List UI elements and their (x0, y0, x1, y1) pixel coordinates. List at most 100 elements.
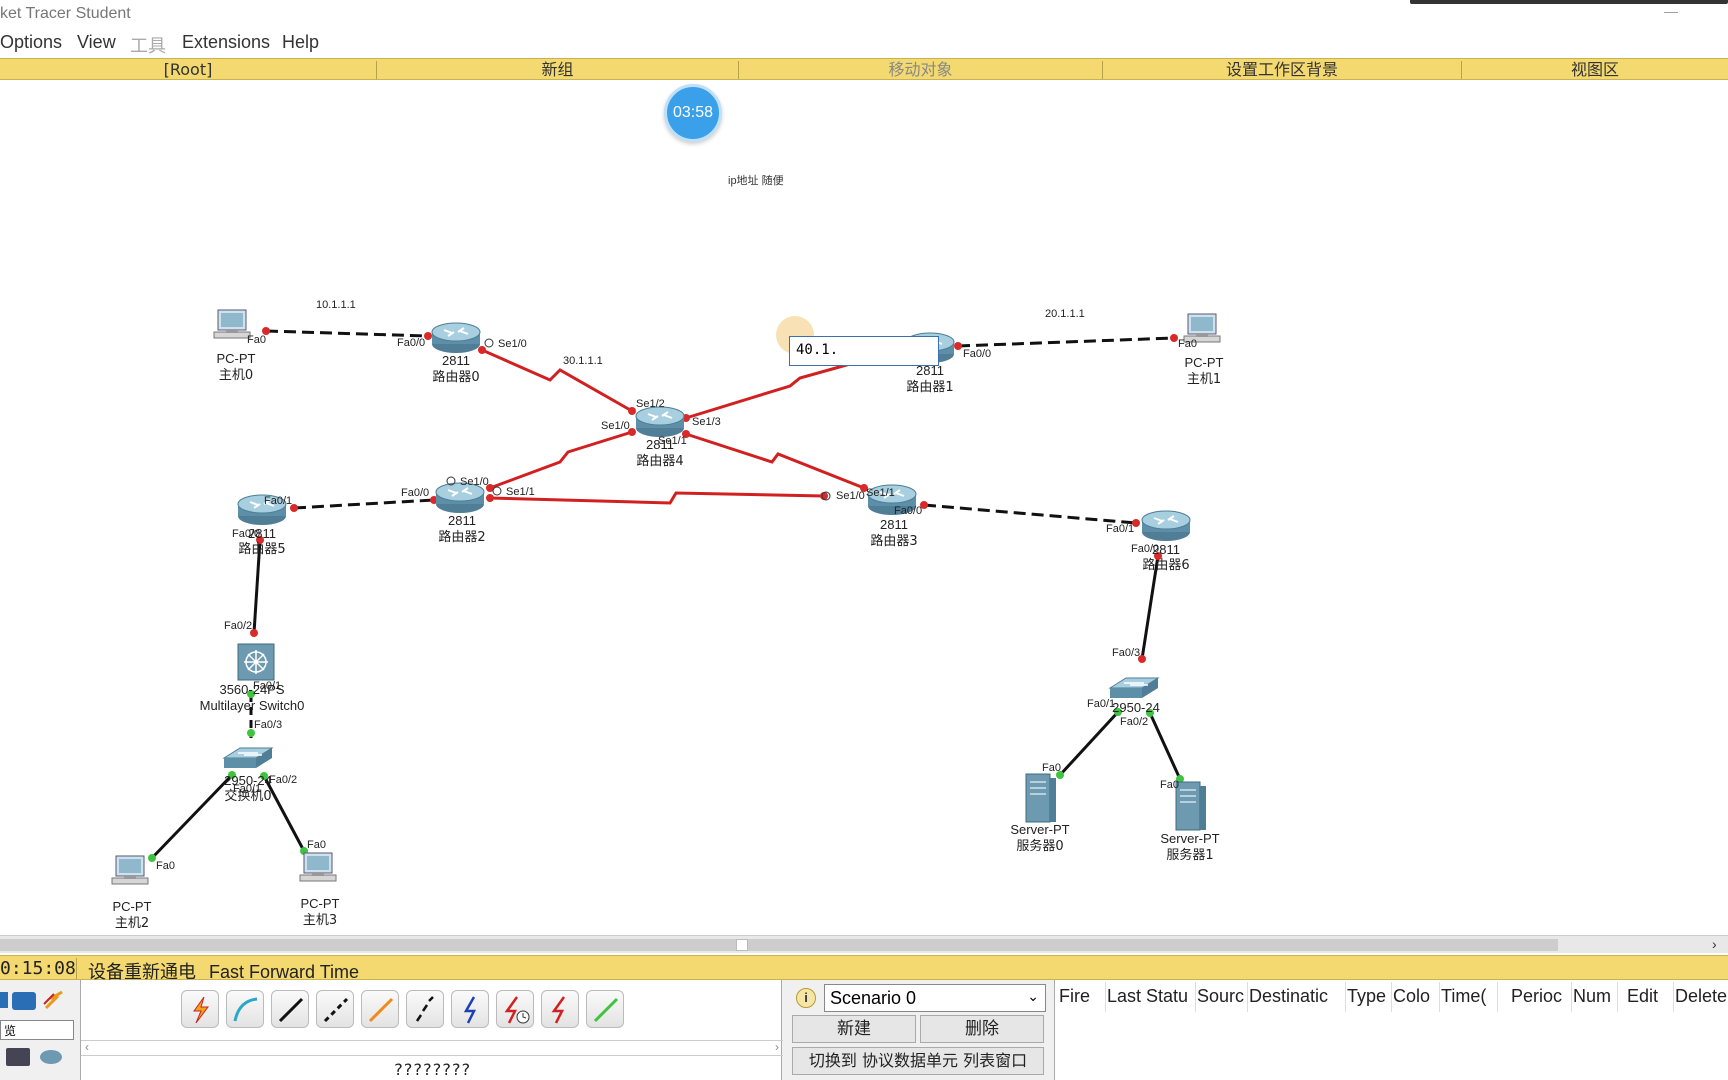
router0-icon (431, 322, 481, 354)
column-delete[interactable]: Delete (1675, 986, 1728, 1007)
auto-connect-icon[interactable] (181, 990, 219, 1028)
fiber-icon[interactable] (361, 990, 399, 1028)
server0-icon (1025, 773, 1057, 823)
column-last-status[interactable]: Last Statu (1107, 986, 1193, 1007)
scroll-left-icon[interactable]: ‹ (85, 1040, 89, 1054)
router0-type-label: 2811 (442, 353, 470, 368)
menu-view[interactable]: View (77, 32, 116, 53)
new-scenario-button[interactable]: 新建 (792, 1015, 916, 1043)
console-cable-icon[interactable] (226, 990, 264, 1028)
phone-icon[interactable] (406, 990, 444, 1028)
octal-icon[interactable] (586, 990, 624, 1028)
connections-icon[interactable] (42, 990, 66, 1010)
router3-type-label: 2811 (880, 517, 908, 532)
crossover-icon[interactable] (316, 990, 354, 1028)
move-object-button[interactable]: 移动对象 (739, 59, 1102, 81)
column-divider (1247, 982, 1248, 1012)
column-edit[interactable]: Edit (1627, 986, 1671, 1007)
port-dot (424, 332, 432, 340)
minimize-icon[interactable]: — (1664, 3, 1678, 19)
connection-tools-scrollbar[interactable]: ‹ › (81, 1040, 783, 1056)
port-dot (1170, 334, 1178, 342)
column-type[interactable]: Type (1347, 986, 1389, 1007)
viewport-button[interactable]: 视图区 (1462, 59, 1728, 81)
port-label: Se1/0 (498, 338, 527, 350)
straight-through-icon[interactable] (271, 990, 309, 1028)
port-dot (954, 342, 962, 350)
column-num[interactable]: Num (1573, 986, 1615, 1007)
workspace-root[interactable]: [Root] (0, 59, 376, 81)
chevron-down-icon[interactable]: ⌄ (1027, 988, 1039, 1005)
info-icon[interactable]: i (796, 988, 816, 1008)
canvas-note[interactable]: ip地址 随便 (728, 172, 784, 188)
fast-forward-button[interactable]: Fast Forward Time (209, 962, 359, 982)
column-divider (1345, 982, 1346, 1012)
scroll-right-icon[interactable]: › (775, 1040, 779, 1054)
menu-extensions[interactable]: Extensions (182, 32, 270, 53)
port-label: Fa0/0 (963, 348, 991, 360)
column-fire[interactable]: Fire (1059, 986, 1103, 1007)
port-label: Fa0/0 (894, 505, 922, 517)
column-source[interactable]: Sourc (1197, 986, 1245, 1007)
pc3-type-label: PC-PT (301, 896, 340, 911)
serial-dce-icon[interactable] (496, 990, 534, 1028)
router1-name-label: 路由器1 (906, 379, 953, 395)
link-router5-router2 (293, 498, 435, 510)
title-accent-bar (1410, 0, 1728, 4)
port-label: Fa0/3 (254, 719, 282, 731)
end-device-icon[interactable] (0, 992, 8, 1008)
window-title: ket Tracer Student (0, 5, 131, 22)
port-label: Fa0 (1042, 762, 1061, 774)
delete-scenario-button[interactable]: 删除 (920, 1015, 1044, 1043)
column-periodic[interactable]: Perioc (1511, 986, 1569, 1007)
column-color[interactable]: Colo (1393, 986, 1437, 1007)
device-search-field[interactable]: 览 (0, 1020, 74, 1040)
port-label: Se1/1 (866, 487, 895, 499)
port-label: Se1/0 (836, 490, 865, 502)
column-divider (1617, 982, 1618, 1012)
coaxial-icon[interactable] (451, 990, 489, 1028)
port-dot (478, 346, 486, 354)
serial-dte-icon[interactable] (541, 990, 579, 1028)
multiuser-cloud-icon[interactable] (40, 1050, 62, 1064)
bottom-panel: 览 ‹ › ???????? i Scenario 0 ⌄ 新建 删除 切换到 … (0, 980, 1728, 1080)
port-label: Fa0/2 (224, 620, 252, 632)
logical-workspace[interactable]: PC-PT 主机0 PC-PT 主机1 2811 路由器0 2811 路由器1 … (0, 80, 1728, 935)
custom-device-icon[interactable] (6, 1048, 30, 1066)
column-destination[interactable]: Destinatic (1249, 986, 1343, 1007)
device-type-selector: 览 (0, 980, 78, 1080)
switch1-icon (1109, 677, 1159, 699)
port-label: Se1/1 (658, 435, 687, 447)
multilayer-switch0-icon (237, 643, 275, 681)
router3-name-label: 路由器3 (870, 533, 917, 549)
title-bar: ket Tracer Student — (0, 0, 1728, 28)
pc0-icon (213, 309, 251, 339)
menu-help[interactable]: Help (282, 32, 319, 53)
toggle-pdu-list-button[interactable]: 切换到 协议数据单元 列表窗口 (792, 1047, 1044, 1075)
column-divider (1439, 982, 1440, 1012)
ip-address-input[interactable]: 40.1. (789, 336, 939, 366)
router4-icon (635, 406, 685, 438)
network-label: 10.1.1.1 (316, 299, 356, 311)
canvas-hscrollbar[interactable]: › (0, 935, 1728, 953)
network-label: 20.1.1.1 (1045, 308, 1085, 320)
scenario-selected: Scenario 0 (830, 988, 917, 1008)
port-label: Fa0/0 (397, 337, 425, 349)
pc2-name-label: 主机2 (115, 916, 149, 931)
scrollbar-thumb[interactable] (0, 939, 1558, 951)
set-background-button[interactable]: 设置工作区背景 (1103, 59, 1461, 81)
router4-name-label: 路由器4 (636, 453, 683, 469)
menu-tools[interactable]: 工具 (130, 32, 166, 58)
port-label: Se1/2 (636, 398, 665, 410)
menu-options[interactable]: Options (0, 32, 62, 53)
topology-diagram: PC-PT 主机0 PC-PT 主机1 2811 路由器0 2811 路由器1 … (111, 299, 1224, 931)
scenario-panel: i Scenario 0 ⌄ 新建 删除 切换到 协议数据单元 列表窗口 (790, 980, 1050, 1080)
scrollbar-grip[interactable] (736, 939, 748, 951)
new-cluster-button[interactable]: 新组 (377, 59, 738, 81)
column-time[interactable]: Time( (1441, 986, 1495, 1007)
port-dot (820, 492, 828, 500)
scroll-right-icon[interactable]: › (1712, 936, 1717, 952)
wireless-icon[interactable] (12, 992, 36, 1010)
port-dot (148, 854, 156, 862)
scenario-select[interactable]: Scenario 0 ⌄ (824, 984, 1046, 1012)
